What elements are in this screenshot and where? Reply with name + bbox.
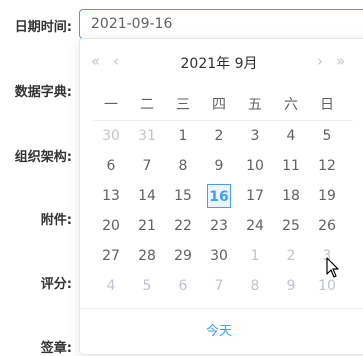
- today-day-number: 16: [207, 184, 231, 208]
- day-cell[interactable]: 24: [237, 211, 273, 241]
- day-cell[interactable]: 15: [165, 181, 201, 211]
- day-cell[interactable]: 7: [129, 151, 165, 181]
- weekday-thu: 四: [212, 97, 226, 113]
- day-cell[interactable]: 9: [201, 151, 237, 181]
- day-cell[interactable]: 19: [309, 181, 345, 211]
- weekday-header: 一 二 三 四 五 六 日: [93, 89, 345, 119]
- day-cell[interactable]: 8: [237, 271, 273, 301]
- weekday-mon: 一: [104, 97, 118, 113]
- day-cell[interactable]: 13: [93, 181, 129, 211]
- footer-divider: [80, 308, 363, 309]
- day-cell[interactable]: 10: [237, 151, 273, 181]
- mouse-cursor-icon: [326, 257, 339, 278]
- day-cell[interactable]: 20: [93, 211, 129, 241]
- day-cell[interactable]: 3: [237, 121, 273, 151]
- day-cell[interactable]: 21: [129, 211, 165, 241]
- weekday-tue: 二: [140, 97, 154, 113]
- weekday-sat: 六: [284, 97, 298, 113]
- day-cell[interactable]: 28: [129, 241, 165, 271]
- day-cell[interactable]: 8: [165, 151, 201, 181]
- day-cell[interactable]: 14: [129, 181, 165, 211]
- day-cell[interactable]: 11: [273, 151, 309, 181]
- day-cell-today[interactable]: 16: [201, 181, 237, 211]
- day-cell[interactable]: 31: [129, 121, 165, 151]
- week-row-1: 30 31 1 2 3 4 5: [93, 121, 345, 151]
- day-cell[interactable]: 4: [273, 121, 309, 151]
- today-button[interactable]: 今天: [80, 320, 358, 339]
- day-cell[interactable]: 30: [93, 121, 129, 151]
- date-time-label: 日期时间:: [14, 20, 72, 35]
- day-cell[interactable]: 1: [165, 121, 201, 151]
- week-row-3: 13 14 15 16 17 18 19: [93, 181, 345, 211]
- day-cell[interactable]: 22: [165, 211, 201, 241]
- day-cell[interactable]: 5: [129, 271, 165, 301]
- weekday-wed: 三: [176, 97, 190, 113]
- weekday-sun: 日: [320, 97, 334, 113]
- data-dict-label: 数据字典:: [14, 85, 72, 100]
- day-cell[interactable]: 29: [165, 241, 201, 271]
- score-label: 评分:: [40, 277, 72, 292]
- day-cell[interactable]: 27: [93, 241, 129, 271]
- day-cell[interactable]: 17: [237, 181, 273, 211]
- day-cell[interactable]: 18: [273, 181, 309, 211]
- day-cell[interactable]: 12: [309, 151, 345, 181]
- day-cell[interactable]: 30: [201, 241, 237, 271]
- date-time-input[interactable]: 2021-09-16: [79, 9, 363, 39]
- day-cell[interactable]: 4: [93, 271, 129, 301]
- day-cell[interactable]: 1: [237, 241, 273, 271]
- day-cell[interactable]: 6: [93, 151, 129, 181]
- week-row-4: 20 21 22 23 24 25 26: [93, 211, 345, 241]
- day-cell[interactable]: 7: [201, 271, 237, 301]
- date-picker-panel: « ‹ 2021年 9月 › » 一 二 三 四 五 六 日 30 31 1 2…: [79, 38, 363, 355]
- day-cell[interactable]: 23: [201, 211, 237, 241]
- day-cell[interactable]: 9: [273, 271, 309, 301]
- weekday-fri: 五: [248, 97, 262, 113]
- day-cell[interactable]: 5: [309, 121, 345, 151]
- week-row-5: 27 28 29 30 1 2 3: [93, 241, 345, 271]
- day-cell[interactable]: 2: [273, 241, 309, 271]
- next-year-button[interactable]: »: [336, 52, 345, 70]
- week-row-6: 4 5 6 7 8 9 10: [93, 271, 345, 301]
- day-cell[interactable]: 2: [201, 121, 237, 151]
- signature-label: 签章:: [40, 341, 72, 356]
- day-cell[interactable]: 25: [273, 211, 309, 241]
- week-row-2: 6 7 8 9 10 11 12: [93, 151, 345, 181]
- day-cell[interactable]: 26: [309, 211, 345, 241]
- day-cell[interactable]: 6: [165, 271, 201, 301]
- next-month-button[interactable]: ›: [317, 52, 323, 70]
- attachment-label: 附件:: [40, 213, 72, 228]
- org-structure-label: 组织架构:: [14, 150, 72, 165]
